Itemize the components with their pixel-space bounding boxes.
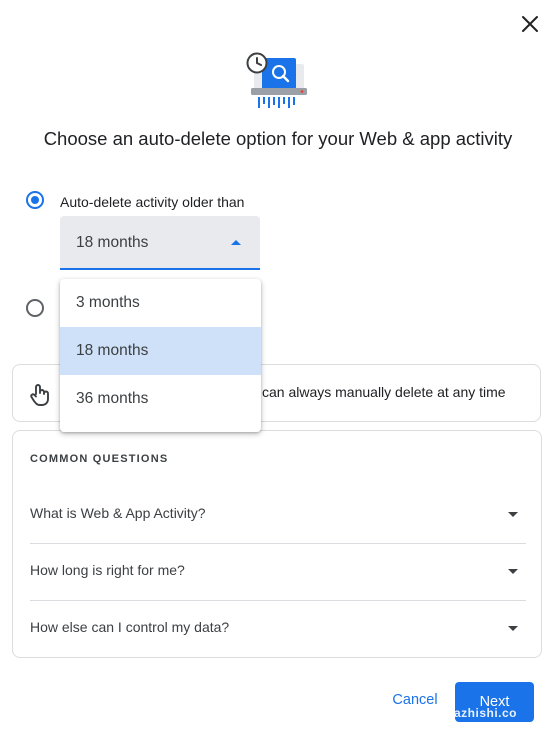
shredder-clock-icon	[246, 52, 307, 108]
dropdown-option-label: 36 months	[76, 390, 149, 407]
faq-question-label: How else can I control my data?	[30, 619, 230, 635]
watermark: azhishi.co	[454, 706, 518, 720]
chevron-down-icon	[508, 512, 518, 517]
faq-question-control-data[interactable]: How else can I control my data?	[30, 601, 526, 657]
hand-pointer-icon	[30, 384, 49, 406]
auto-delete-radio[interactable]	[26, 191, 44, 209]
chevron-down-icon	[508, 626, 518, 631]
dropdown-option-36-months[interactable]: 36 months	[60, 375, 261, 423]
faq-question-web-app-activity[interactable]: What is Web & App Activity?	[30, 487, 526, 543]
caret-up-icon	[231, 240, 241, 245]
close-icon	[522, 16, 538, 32]
info-text: can always manually delete at any time	[262, 384, 506, 400]
auto-delete-illustration	[246, 52, 310, 110]
dropdown-option-3-months[interactable]: 3 months	[60, 279, 261, 327]
faq-question-label: What is Web & App Activity?	[30, 505, 206, 521]
duration-dropdown-menu: 3 months 18 months 36 months	[60, 279, 261, 432]
dropdown-option-label: 18 months	[76, 342, 149, 359]
dropdown-option-18-months[interactable]: 18 months	[60, 327, 261, 375]
faq-question-label: How long is right for me?	[30, 562, 185, 578]
auto-delete-label: Auto-delete activity older than	[60, 194, 245, 210]
chevron-down-icon	[508, 569, 518, 574]
dropdown-option-label: 3 months	[76, 294, 140, 311]
faq-heading: COMMON QUESTIONS	[30, 453, 169, 465]
dialog-title: Choose an auto-delete option for your We…	[43, 128, 513, 149]
keep-until-delete-radio[interactable]	[26, 299, 44, 317]
common-questions-card: COMMON QUESTIONS What is Web & App Activ…	[12, 430, 542, 658]
duration-select-value: 18 months	[76, 234, 149, 251]
close-button[interactable]	[515, 9, 545, 39]
duration-select[interactable]: 18 months	[60, 216, 260, 270]
cancel-button[interactable]: Cancel	[385, 682, 445, 718]
faq-question-how-long[interactable]: How long is right for me?	[30, 544, 526, 600]
